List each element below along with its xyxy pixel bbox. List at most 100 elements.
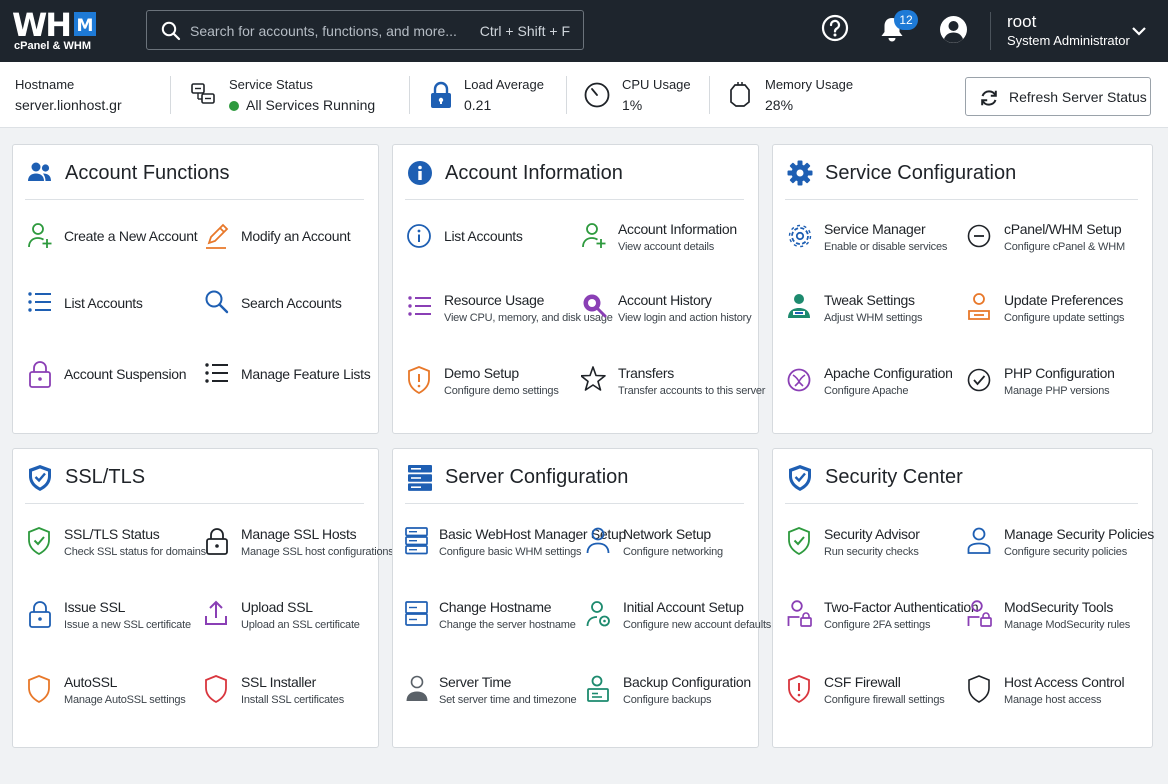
add-user-icon — [582, 223, 606, 248]
item-title: PHP Configuration — [1004, 365, 1115, 381]
cpu-usage-label: CPU Usage — [622, 77, 691, 92]
user-lock-icon — [967, 600, 992, 627]
manage-ssl-hosts-link[interactable]: Manage SSL Hosts Manage SSL host configu… — [204, 526, 394, 572]
card-header: Server Configuration — [393, 449, 758, 503]
manage-feature-lists-link[interactable]: Manage Feature Lists — [204, 359, 380, 405]
account-history-link[interactable]: Account History View login and action hi… — [581, 292, 757, 338]
user-update-icon — [968, 293, 990, 320]
user-name[interactable]: root — [1007, 12, 1036, 32]
ssl-tls-status-link[interactable]: SSL/TLS Status Check SSL status for doma… — [27, 526, 206, 572]
item-description: Check SSL status for domains — [64, 546, 206, 558]
item-title: Account History — [618, 292, 712, 308]
php-configuration-link[interactable]: PHP Configuration Manage PHP versions — [967, 365, 1143, 411]
search-input[interactable]: Search for accounts, functions, and more… — [190, 23, 457, 39]
cpanel-whm-setup-link[interactable]: cPanel/WHM Setup Configure cPanel & WHM — [967, 221, 1143, 267]
top-bar: WH M cPanel & WHM Search for accounts, f… — [0, 0, 1168, 62]
two-factor-authentication-link[interactable]: Two-Factor Authentication Configure 2FA … — [787, 599, 979, 645]
card-divider — [785, 199, 1138, 200]
resource-usage-link[interactable]: Resource Usage View CPU, memory, and dis… — [407, 292, 613, 338]
status-green-dot — [229, 101, 239, 111]
shield-check-icon — [789, 465, 811, 491]
modsecurity-tools-link[interactable]: ModSecurity Tools Manage ModSecurity rul… — [967, 599, 1143, 645]
minus-circle-icon — [967, 224, 991, 248]
card-header: Security Center — [773, 449, 1152, 503]
divider — [170, 76, 171, 114]
help-icon[interactable] — [821, 14, 849, 42]
item-description: Configure basic WHM settings — [439, 546, 582, 558]
divider — [709, 76, 710, 114]
card-header: Account Functions — [13, 145, 378, 199]
service-status-stat: Service Status All Services Running — [190, 62, 400, 128]
tweak-settings-link[interactable]: Tweak Settings Adjust WHM settings — [787, 292, 963, 338]
search-box[interactable]: Search for accounts, functions, and more… — [146, 10, 584, 50]
hostname-label: Hostname — [15, 77, 75, 92]
history-search-icon — [583, 294, 607, 318]
server-stack-icon — [408, 465, 432, 491]
item-description: Enable or disable services — [824, 241, 948, 253]
ssl-installer-link[interactable]: SSL Installer Install SSL certificates — [204, 674, 380, 720]
account-suspension-link[interactable]: Account Suspension — [27, 359, 203, 405]
item-title: Two-Factor Authentication — [824, 599, 979, 615]
item-description: Change the server hostname — [439, 619, 576, 631]
user-setup-icon — [586, 601, 610, 627]
item-title: Demo Setup — [444, 365, 519, 381]
backup-configuration-link[interactable]: Backup Configuration Configure backups — [586, 674, 762, 720]
item-description: Manage PHP versions — [1004, 385, 1110, 397]
change-hostname-link[interactable]: Change Hostname Change the server hostna… — [405, 599, 581, 645]
user-avatar-icon[interactable] — [939, 15, 968, 44]
list-accounts-link[interactable]: List Accounts — [407, 221, 583, 267]
host-access-control-link[interactable]: Host Access Control Manage host access — [967, 674, 1143, 720]
list-icon — [408, 296, 431, 316]
card-title: Service Configuration — [825, 162, 1017, 184]
info-icon — [408, 161, 432, 185]
whm-logo[interactable]: WH M cPanel & WHM — [12, 8, 102, 54]
users-group-icon — [28, 162, 51, 181]
services-network-icon — [191, 83, 215, 104]
item-title: Network Setup — [623, 526, 711, 542]
memory-usage-stat: Memory Usage 28% — [728, 62, 878, 128]
service-status-text: All Services Running — [246, 97, 376, 113]
card-header: Service Configuration — [773, 145, 1152, 199]
server-time-link[interactable]: Server Time Set server time and timezone — [405, 674, 581, 720]
item-title: Initial Account Setup — [623, 599, 744, 615]
basic-webhost-manager-setup-link[interactable]: Basic WebHost Manager Setup Configure ba… — [405, 526, 626, 572]
security-advisor-link[interactable]: Security Advisor Run security checks — [787, 526, 963, 572]
apache-configuration-link[interactable]: Apache Configuration Configure Apache — [787, 365, 963, 411]
item-title: Change Hostname — [439, 599, 552, 615]
search-accounts-link[interactable]: Search Accounts — [204, 288, 380, 334]
refresh-button-label: Refresh Server Status — [1009, 89, 1147, 105]
issue-ssl-link[interactable]: Issue SSL Issue a new SSL certificate — [27, 599, 203, 645]
chevron-down-icon[interactable] — [1131, 24, 1147, 38]
modify-account-link[interactable]: Modify an Account — [204, 221, 380, 267]
upload-icon — [205, 600, 227, 625]
item-title: Update Preferences — [1004, 292, 1124, 308]
autossl-link[interactable]: AutoSSL Manage AutoSSL settings — [27, 674, 203, 720]
list-accounts-link[interactable]: List Accounts — [27, 288, 203, 334]
network-setup-link[interactable]: Network Setup Configure networking — [586, 526, 762, 572]
item-title: Security Advisor — [824, 526, 920, 542]
item-description: Issue a new SSL certificate — [64, 619, 191, 631]
upload-ssl-link[interactable]: Upload SSL Upload an SSL certificate — [204, 599, 380, 645]
card-title: Server Configuration — [445, 466, 629, 488]
search-shortcut: Ctrl + Shift + F — [479, 23, 570, 39]
item-title: cPanel/WHM Setup — [1004, 221, 1122, 237]
card-account-functions: Account Functions Create a New Account M… — [12, 144, 379, 434]
memory-chip-icon — [730, 82, 750, 107]
add-user-icon — [28, 223, 52, 248]
demo-setup-link[interactable]: Demo Setup Configure demo settings — [407, 365, 583, 411]
initial-account-setup-link[interactable]: Initial Account Setup Configure new acco… — [586, 599, 771, 645]
load-average-value: 0.21 — [464, 97, 492, 113]
manage-security-policies-link[interactable]: Manage Security Policies Configure secur… — [967, 526, 1154, 572]
create-new-account-link[interactable]: Create a New Account — [27, 221, 203, 267]
cpu-gauge-icon — [584, 82, 610, 108]
service-manager-link[interactable]: Service Manager Enable or disable servic… — [787, 221, 963, 267]
transfers-link[interactable]: Transfers Transfer accounts to this serv… — [581, 365, 765, 411]
refresh-server-status-button[interactable]: Refresh Server Status — [965, 77, 1151, 116]
card-account-information: Account Information List Accounts Accoun… — [392, 144, 765, 434]
update-preferences-link[interactable]: Update Preferences Configure update sett… — [967, 292, 1143, 338]
item-title: ModSecurity Tools — [1004, 599, 1114, 615]
item-description: Set server time and timezone — [439, 694, 577, 706]
card-divider — [785, 503, 1138, 504]
account-information-link[interactable]: Account Information View account details — [581, 221, 757, 267]
csf-firewall-link[interactable]: CSF Firewall Configure firewall settings — [787, 674, 963, 720]
